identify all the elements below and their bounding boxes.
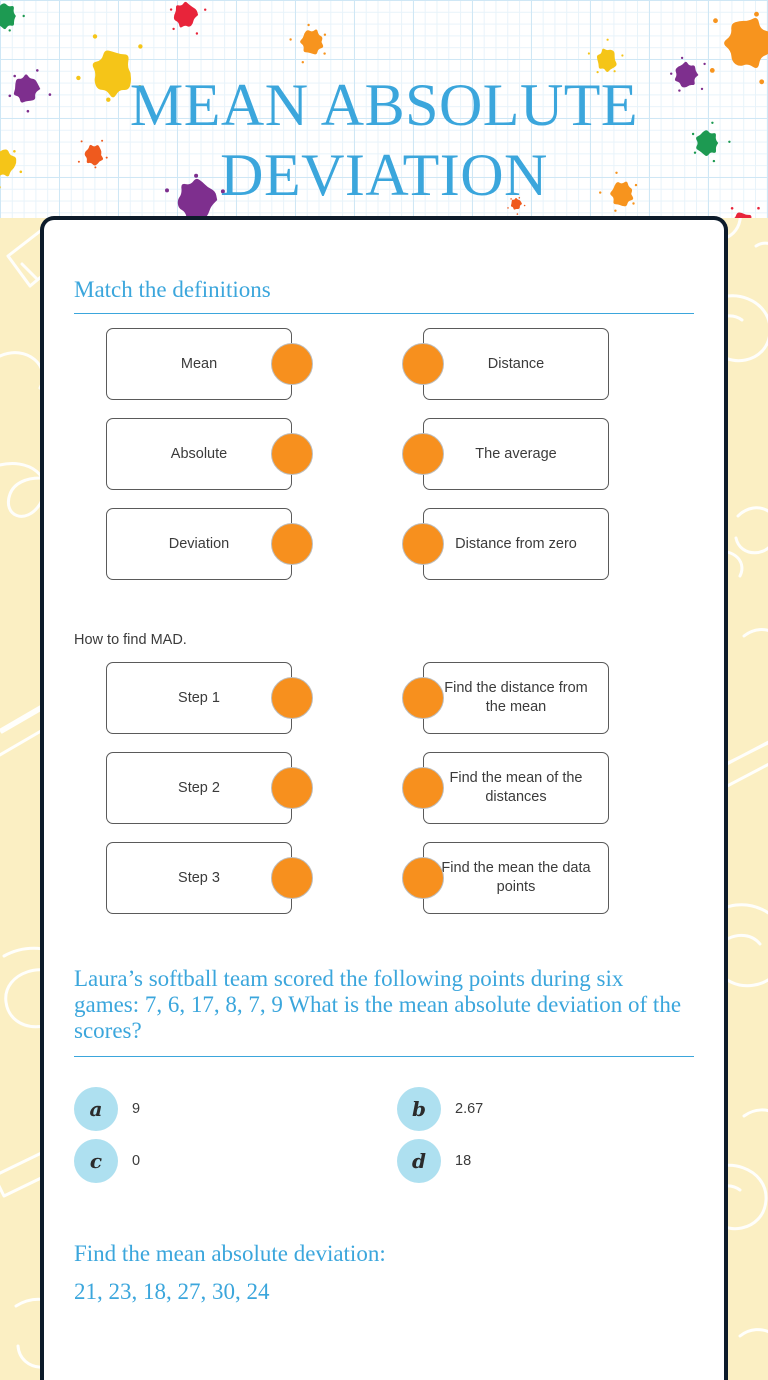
match-definition-box[interactable]: The average xyxy=(423,418,609,490)
steps-matching-grid: Step 1 Find the distance from the mean S… xyxy=(74,662,694,914)
match-definitions-grid: Mean Distance Absolute The average Devia… xyxy=(74,328,694,580)
match-definition-label: The average xyxy=(475,445,557,462)
step-definition-label: Find the mean of the distances xyxy=(449,770,583,805)
match-definition-box[interactable]: Distance from zero xyxy=(423,508,609,580)
step-definition-box[interactable]: Find the mean the data points xyxy=(423,842,609,914)
answer-option[interactable]: d 18 xyxy=(397,1139,694,1183)
step-connector-dot[interactable] xyxy=(271,677,313,719)
match-definition-cell: Distance xyxy=(397,328,694,400)
answer-option[interactable]: b 2.67 xyxy=(397,1087,694,1131)
step-connector-dot[interactable] xyxy=(402,857,444,899)
match-definition-label: Distance xyxy=(487,355,545,372)
match-connector-dot[interactable] xyxy=(271,433,313,475)
step-term-cell: Step 1 xyxy=(74,662,371,734)
match-term-box[interactable]: Mean xyxy=(106,328,292,400)
match-term-label: Deviation xyxy=(168,535,230,552)
bottom-prompt-text: Find the mean absolute deviation: 21, 23… xyxy=(74,1241,386,1304)
match-section-heading: Match the definitions xyxy=(74,277,271,302)
step-connector-dot[interactable] xyxy=(271,767,313,809)
paint-splatter-0 xyxy=(0,3,25,32)
step-definition-cell: Find the mean the data points xyxy=(397,842,694,914)
answer-letter-bubble[interactable]: c xyxy=(74,1139,118,1183)
step-definition-label: Find the mean the data points xyxy=(441,860,591,895)
answer-letter-bubble[interactable]: d xyxy=(397,1139,441,1183)
step-definition-box[interactable]: Find the mean of the distances xyxy=(423,752,609,824)
match-term-label: Mean xyxy=(180,355,218,372)
step-definition-cell: Find the distance from the mean xyxy=(397,662,694,734)
step-definition-label: Find the distance from the mean xyxy=(444,680,588,715)
step-definition-box[interactable]: Find the distance from the mean xyxy=(423,662,609,734)
answer-letter-bubble[interactable]: a xyxy=(74,1087,118,1131)
step-connector-dot[interactable] xyxy=(271,857,313,899)
section-divider xyxy=(74,1056,694,1057)
answer-option-text: 9 xyxy=(132,1101,141,1117)
answer-options-grid: a 9 b 2.67 c 0 d 18 xyxy=(74,1071,694,1183)
match-term-label: Absolute xyxy=(170,445,228,462)
match-definition-cell: Distance from zero xyxy=(397,508,694,580)
steps-section-label: How to find MAD. xyxy=(74,632,187,648)
step-term-box[interactable]: Step 2 xyxy=(106,752,292,824)
step-connector-dot[interactable] xyxy=(402,677,444,719)
match-connector-dot[interactable] xyxy=(402,433,444,475)
answer-option-text: 0 xyxy=(132,1153,141,1169)
answer-option[interactable]: c 0 xyxy=(74,1139,371,1183)
answer-letter-bubble[interactable]: b xyxy=(397,1087,441,1131)
step-connector-dot[interactable] xyxy=(402,767,444,809)
match-term-box[interactable]: Deviation xyxy=(106,508,292,580)
step-term-label: Step 2 xyxy=(178,779,220,796)
match-definition-label: Distance from zero xyxy=(455,535,577,552)
paint-splatter-2 xyxy=(289,23,327,64)
question-prompt: Laura’s softball team scored the followi… xyxy=(74,966,682,1043)
match-definition-cell: The average xyxy=(397,418,694,490)
step-term-box[interactable]: Step 1 xyxy=(106,662,292,734)
match-connector-dot[interactable] xyxy=(271,523,313,565)
match-term-cell: Mean xyxy=(74,328,371,400)
step-term-cell: Step 2 xyxy=(74,752,371,824)
page-title: MEAN ABSOLUTE DEVIATION xyxy=(129,72,639,208)
worksheet-card: Match the definitions Mean Distance Abso… xyxy=(40,216,728,1380)
step-definition-cell: Find the mean of the distances xyxy=(397,752,694,824)
step-term-label: Step 1 xyxy=(178,689,220,706)
answer-option-text: 2.67 xyxy=(455,1101,484,1117)
answer-option[interactable]: a 9 xyxy=(74,1087,371,1131)
match-connector-dot[interactable] xyxy=(402,523,444,565)
match-definition-box[interactable]: Distance xyxy=(423,328,609,400)
worksheet-page: MEAN ABSOLUTE DEVIATION Match the defini… xyxy=(0,0,768,1380)
match-term-cell: Deviation xyxy=(74,508,371,580)
paint-splatter-6 xyxy=(587,38,624,74)
section-divider xyxy=(74,313,694,314)
step-term-box[interactable]: Step 3 xyxy=(106,842,292,914)
match-connector-dot[interactable] xyxy=(271,343,313,385)
answer-option-text: 18 xyxy=(455,1153,472,1169)
match-term-cell: Absolute xyxy=(74,418,371,490)
match-term-box[interactable]: Absolute xyxy=(106,418,292,490)
step-term-label: Step 3 xyxy=(178,869,220,886)
paint-splatter-1 xyxy=(169,1,207,35)
match-connector-dot[interactable] xyxy=(402,343,444,385)
step-term-cell: Step 3 xyxy=(74,842,371,914)
